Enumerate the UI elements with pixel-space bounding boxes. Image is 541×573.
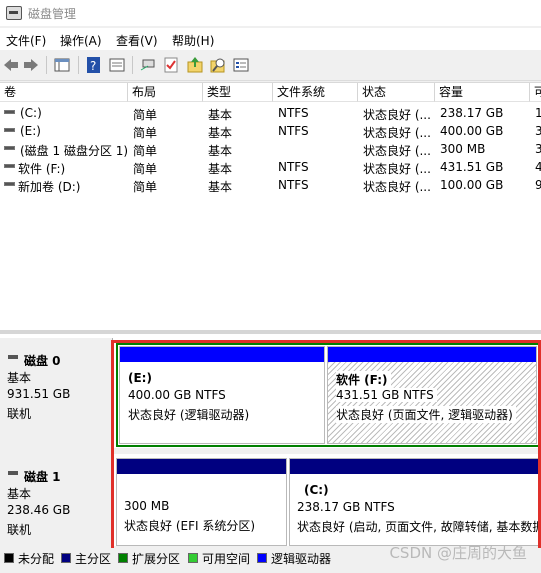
watermark: CSDN @庄周的大鱼 bbox=[389, 544, 527, 562]
properties-icon[interactable] bbox=[108, 56, 126, 74]
volume-icon bbox=[4, 146, 15, 150]
legend-unallocated: 未分配 bbox=[18, 552, 55, 566]
disk-1-info[interactable]: 磁盘 1 基本 238.46 GB 联机 bbox=[0, 454, 113, 546]
import-icon[interactable] bbox=[186, 56, 204, 74]
col-header-capacity[interactable]: 容量 bbox=[435, 83, 530, 102]
disk-0-info[interactable]: 磁盘 0 基本 931.51 GB 联机 bbox=[0, 338, 113, 448]
legend-unallocated-swatch bbox=[4, 553, 14, 563]
disk-1-kind: 基本 bbox=[7, 487, 32, 501]
primary-partition-bar bbox=[290, 459, 540, 474]
logical-drive-bar bbox=[120, 347, 324, 362]
col-header-filesystem[interactable]: 文件系统 bbox=[273, 83, 358, 102]
col-header-layout[interactable]: 布局 bbox=[128, 83, 203, 102]
connect-icon[interactable] bbox=[139, 56, 157, 74]
disk-management-icon bbox=[6, 6, 22, 20]
back-icon[interactable] bbox=[2, 56, 20, 74]
legend-primary-swatch bbox=[61, 553, 71, 563]
partition-e[interactable]: (E:) 400.00 GB NTFS 状态良好 (逻辑驱动器) bbox=[119, 346, 325, 444]
legend-logical: 逻辑驱动器 bbox=[271, 552, 332, 566]
volume-list: 卷 布局 类型 文件系统 状态 容量 可 (C:) 简单 基本 NTFS 状态良… bbox=[0, 82, 541, 331]
window-title: 磁盘管理 bbox=[28, 7, 77, 21]
partition-efi[interactable]: 300 MB 状态良好 (EFI 系统分区) bbox=[116, 458, 287, 546]
table-row[interactable]: (E:) 简单 基本 NTFS 状态良好 (... 400.00 GB 3 bbox=[0, 122, 541, 140]
menu-view[interactable]: 查看(V) bbox=[116, 32, 158, 49]
legend-free-space: 可用空间 bbox=[202, 552, 251, 566]
legend-extended-swatch bbox=[118, 553, 128, 563]
col-header-type[interactable]: 类型 bbox=[203, 83, 273, 102]
col-header-free-space[interactable]: 可 bbox=[530, 83, 541, 102]
toolbar-separator bbox=[46, 56, 47, 74]
volume-icon bbox=[4, 164, 15, 168]
menu-bar: 文件(F) 操作(A) 查看(V) 帮助(H) bbox=[0, 28, 541, 50]
disk-1-name: 磁盘 1 bbox=[24, 470, 61, 484]
primary-partition-bar bbox=[117, 459, 286, 474]
disk-1-state: 联机 bbox=[7, 523, 32, 537]
toolbar-separator bbox=[132, 56, 133, 74]
check-icon[interactable] bbox=[162, 56, 180, 74]
volume-icon bbox=[4, 110, 15, 114]
disk-icon bbox=[8, 354, 18, 359]
legend-logical-swatch bbox=[257, 553, 267, 563]
logical-drive-bar bbox=[328, 347, 536, 362]
col-header-status[interactable]: 状态 bbox=[358, 83, 435, 102]
menu-action[interactable]: 操作(A) bbox=[60, 32, 102, 49]
svg-text:?: ? bbox=[90, 59, 96, 73]
title-bar: 磁盘管理 bbox=[0, 0, 541, 26]
disk-graph-view: 磁盘 0 基本 931.51 GB 联机 (E:) 400.00 GB NTFS… bbox=[0, 334, 541, 546]
legend-free-space-swatch bbox=[188, 553, 198, 563]
menu-file[interactable]: 文件(F) bbox=[6, 32, 46, 49]
partition-c[interactable]: (C:) 238.17 GB NTFS 状态良好 (启动, 页面文件, 故障转储… bbox=[289, 458, 541, 546]
settings-list-icon[interactable] bbox=[232, 56, 250, 74]
forward-icon[interactable] bbox=[22, 56, 40, 74]
volume-icon bbox=[4, 128, 15, 132]
disk-icon bbox=[8, 470, 18, 475]
toolbar: ? bbox=[0, 50, 541, 81]
table-row[interactable]: (C:) 简单 基本 NTFS 状态良好 (... 238.17 GB 1 bbox=[0, 104, 541, 122]
disk-0-kind: 基本 bbox=[7, 371, 32, 385]
help-icon[interactable]: ? bbox=[85, 56, 103, 74]
volume-icon bbox=[4, 182, 15, 186]
table-row[interactable]: 软件 (F:) 简单 基本 NTFS 状态良好 (... 431.51 GB 4 bbox=[0, 158, 541, 176]
disk-0-name: 磁盘 0 bbox=[24, 354, 61, 368]
toolbar-separator bbox=[78, 56, 79, 74]
disk-0-size: 931.51 GB bbox=[7, 387, 71, 401]
console-tree-icon[interactable] bbox=[53, 56, 71, 74]
partition-f[interactable]: 软件 (F:) 431.51 GB NTFS 状态良好 (页面文件, 逻辑驱动器… bbox=[327, 346, 537, 444]
table-row[interactable]: 新加卷 (D:) 简单 基本 NTFS 状态良好 (... 100.00 GB … bbox=[0, 176, 541, 194]
table-row[interactable]: (磁盘 1 磁盘分区 1) 简单 基本 状态良好 (... 300 MB 3 bbox=[0, 140, 541, 158]
legend-primary: 主分区 bbox=[75, 552, 112, 566]
disk-1-size: 238.46 GB bbox=[7, 503, 71, 517]
search-icon[interactable] bbox=[209, 56, 227, 74]
menu-help[interactable]: 帮助(H) bbox=[172, 32, 214, 49]
legend-extended: 扩展分区 bbox=[132, 552, 181, 566]
col-header-volume[interactable]: 卷 bbox=[0, 83, 128, 102]
disk-0-state: 联机 bbox=[7, 407, 32, 421]
